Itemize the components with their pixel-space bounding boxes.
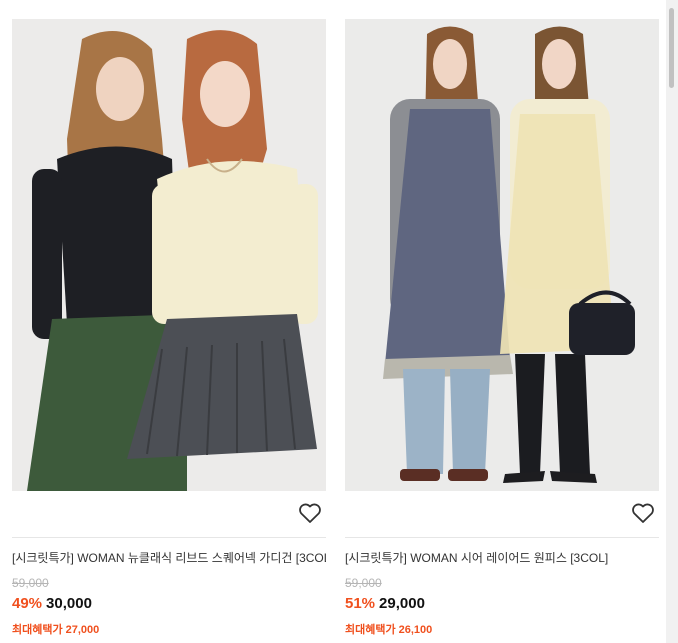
price-row: 49% 30,000 [12, 595, 92, 612]
card-divider [345, 537, 659, 538]
price-row: 51% 29,000 [345, 595, 425, 612]
max-benefit-price: 최대혜택가 26,100 [345, 621, 432, 637]
max-benefit-price: 최대혜택가 27,000 [12, 621, 99, 637]
benefit-label: 최대혜택가 [345, 624, 396, 636]
heart-outline-icon [299, 503, 321, 523]
original-price: 59,000 [12, 576, 49, 590]
card-divider [12, 537, 326, 538]
product-title[interactable]: [시크릿특가] WOMAN 뉴클래식 리브드 스퀘어넥 가디건 [3COL] [12, 550, 326, 566]
product-photo-sheer-dress [345, 19, 659, 491]
page-scrollbar[interactable] [666, 0, 678, 643]
original-price: 59,000 [345, 576, 382, 590]
sale-price: 30,000 [46, 595, 92, 612]
product-title[interactable]: [시크릿특가] WOMAN 시어 레이어드 원피스 [3COL] [345, 550, 659, 566]
sale-price: 29,000 [379, 595, 425, 612]
benefit-price: 27,000 [65, 624, 100, 636]
benefit-label: 최대혜택가 [12, 624, 63, 636]
product-photo-cardigan-skirt [12, 19, 326, 491]
wishlist-button[interactable] [629, 499, 657, 527]
wishlist-button[interactable] [296, 499, 324, 527]
benefit-price: 26,100 [398, 624, 433, 636]
discount-rate: 51% [345, 595, 376, 612]
heart-outline-icon [632, 503, 654, 523]
product-image[interactable] [345, 19, 659, 491]
scrollbar-thumb[interactable] [669, 8, 674, 88]
discount-rate: 49% [12, 595, 43, 612]
product-image[interactable] [12, 19, 326, 491]
